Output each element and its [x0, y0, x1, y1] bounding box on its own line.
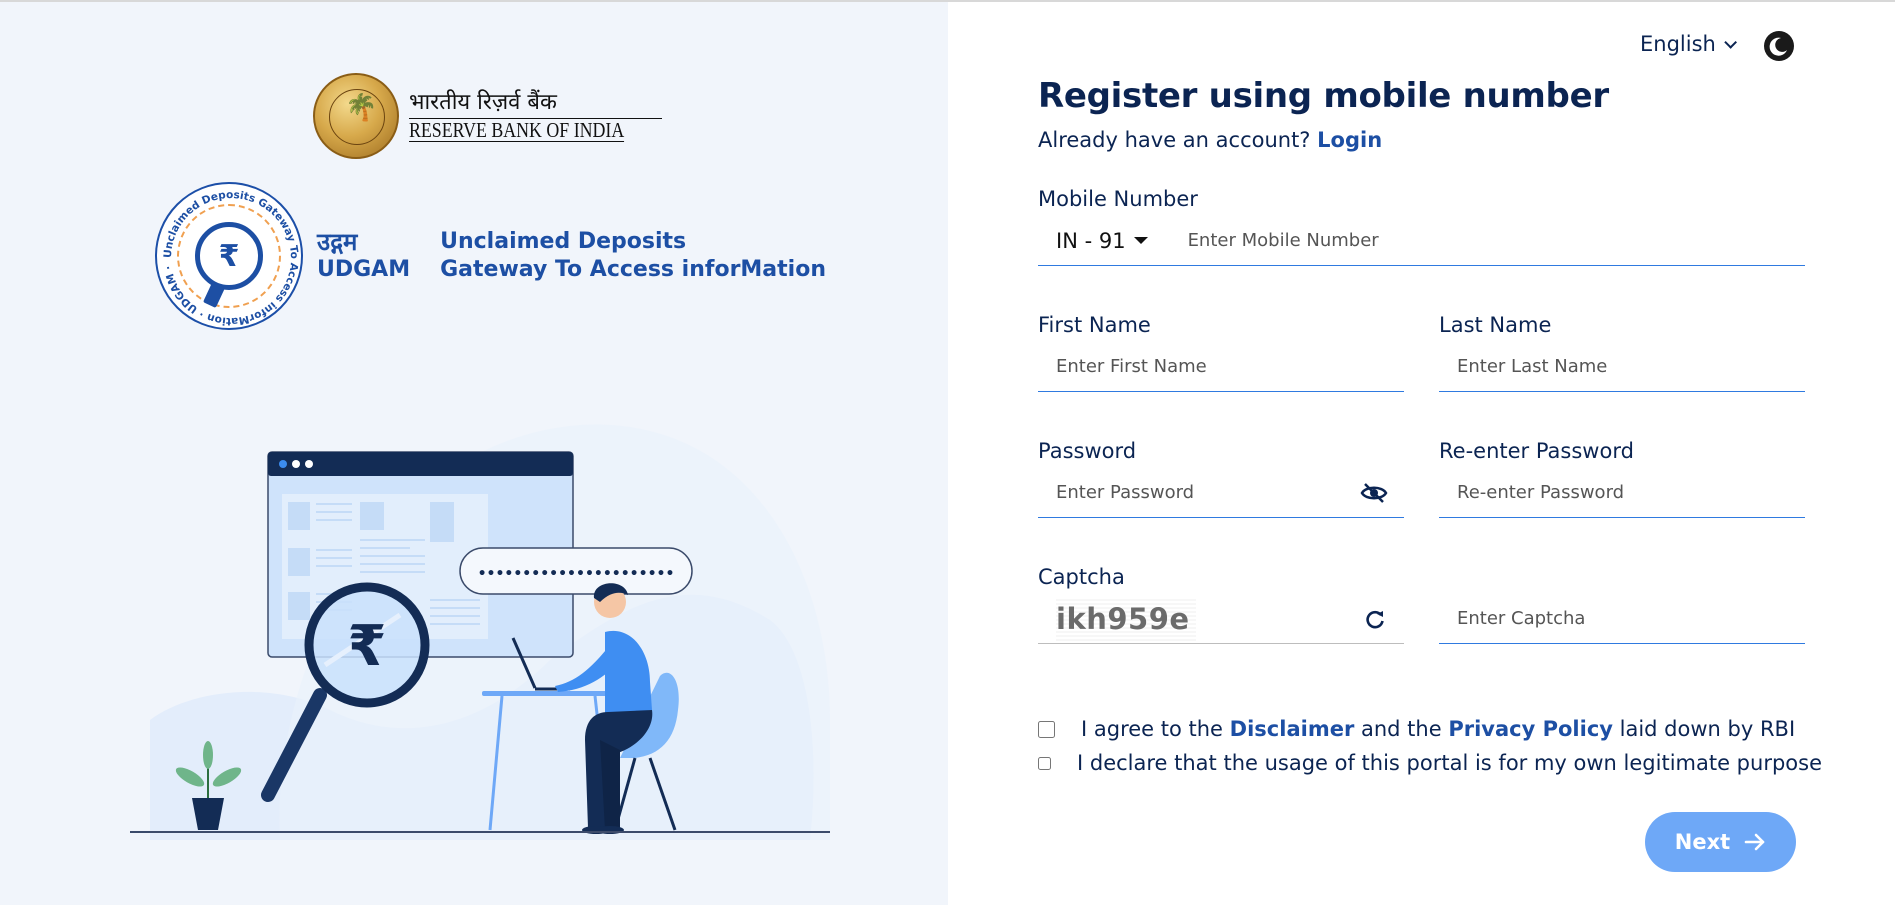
- udgam-logo: Unclaimed Deposits Gateway To Access inf…: [155, 182, 826, 330]
- agreements: I agree to the Disclaimer and the Privac…: [1038, 712, 1822, 780]
- first-name-group: First Name: [1038, 312, 1404, 392]
- captcha-image: ikh959e: [1056, 596, 1196, 641]
- rupee-icon: ₹: [195, 222, 263, 290]
- udgam-tagline-1: Unclaimed Deposits: [440, 229, 687, 254]
- last-name-group: Last Name: [1439, 312, 1805, 392]
- branding-panel: 🌴 भारतीय रिज़र्व बैंक RESERVE BANK OF IN…: [0, 2, 948, 905]
- mobile-number-label: Mobile Number: [1038, 187, 1198, 211]
- page-title: Register using mobile number: [1038, 76, 1609, 116]
- reenter-password-label: Re-enter Password: [1439, 439, 1634, 463]
- next-button[interactable]: Next: [1645, 812, 1796, 872]
- registration-illustration: •••••••••••••••••••••• ₹: [130, 424, 830, 840]
- captcha-input[interactable]: [1439, 594, 1805, 643]
- rbi-name-hindi: भारतीय रिज़र्व बैंक: [409, 90, 663, 119]
- registration-form: Register using mobile number Already hav…: [1038, 72, 1822, 872]
- arrow-right-icon: [1744, 833, 1765, 851]
- reenter-password-input[interactable]: [1439, 468, 1805, 517]
- captcha-label: Captcha: [1038, 565, 1125, 589]
- first-name-input[interactable]: [1038, 342, 1404, 391]
- registration-panel: English Register using mobile number Alr…: [948, 2, 1895, 905]
- rbi-logo: 🌴 भारतीय रिज़र्व बैंक RESERVE BANK OF IN…: [313, 73, 663, 159]
- udgam-name-english: UDGAM: [317, 257, 411, 282]
- svg-text:••••••••••••••••••••••: ••••••••••••••••••••••: [478, 566, 675, 582]
- disclaimer-checkbox[interactable]: [1038, 720, 1055, 738]
- refresh-icon[interactable]: [1364, 608, 1386, 630]
- login-prompt: Already have an account? Login: [1038, 128, 1805, 152]
- moon-icon[interactable]: [1763, 30, 1795, 62]
- password-input[interactable]: [1038, 468, 1404, 517]
- captcha-input-group: [1439, 590, 1805, 644]
- login-link[interactable]: Login: [1317, 128, 1382, 152]
- last-name-input[interactable]: [1439, 342, 1805, 391]
- mobile-number-group: Mobile Number IN - 91: [1038, 186, 1805, 266]
- password-group: Password: [1038, 438, 1404, 518]
- password-label: Password: [1038, 439, 1137, 463]
- next-label: Next: [1674, 830, 1731, 854]
- chevron-down-icon: [1724, 35, 1737, 49]
- udgam-tagline-2: Gateway To Access inforMation: [440, 257, 826, 282]
- udgam-name-hindi: उद्गम: [317, 228, 358, 256]
- legitimate-purpose-checkbox[interactable]: [1038, 754, 1051, 772]
- top-border: [0, 0, 1895, 2]
- captcha-group: Captcha ikh959e: [1038, 564, 1404, 644]
- mobile-number-input[interactable]: [1147, 216, 1805, 265]
- legitimate-purpose-text: I declare that the usage of this portal …: [1077, 751, 1822, 775]
- disclaimer-agreement: I agree to the Disclaimer and the Privac…: [1038, 712, 1805, 746]
- reenter-password-group: Re-enter Password: [1439, 438, 1805, 518]
- password-bubble: ••••••••••••••••••••••: [459, 547, 693, 595]
- udgam-seal-icon: Unclaimed Deposits Gateway To Access inf…: [155, 182, 303, 330]
- legitimate-purpose-declaration: I declare that the usage of this portal …: [1038, 746, 1822, 780]
- svg-text:₹: ₹: [348, 614, 387, 679]
- first-name-label: First Name: [1038, 313, 1151, 337]
- disclaimer-link[interactable]: Disclaimer: [1230, 717, 1355, 741]
- login-prompt-text: Already have an account?: [1038, 128, 1311, 152]
- rbi-name-english: RESERVE BANK OF INDIA: [409, 118, 625, 142]
- language-label: English: [1640, 32, 1716, 56]
- eye-off-icon[interactable]: [1360, 481, 1388, 505]
- last-name-label: Last Name: [1439, 313, 1552, 337]
- country-code-value: IN - 91: [1056, 228, 1126, 253]
- country-code-dropdown[interactable]: IN - 91: [1038, 229, 1148, 253]
- disclaimer-prefix: I agree to the: [1081, 717, 1223, 741]
- language-selector[interactable]: English: [1640, 32, 1737, 56]
- rbi-seal-icon: 🌴: [313, 73, 399, 159]
- caret-down-icon: [1133, 237, 1148, 244]
- disclaimer-middle: and the: [1361, 717, 1442, 741]
- privacy-policy-link[interactable]: Privacy Policy: [1448, 717, 1613, 741]
- disclaimer-suffix: laid down by RBI: [1619, 717, 1796, 741]
